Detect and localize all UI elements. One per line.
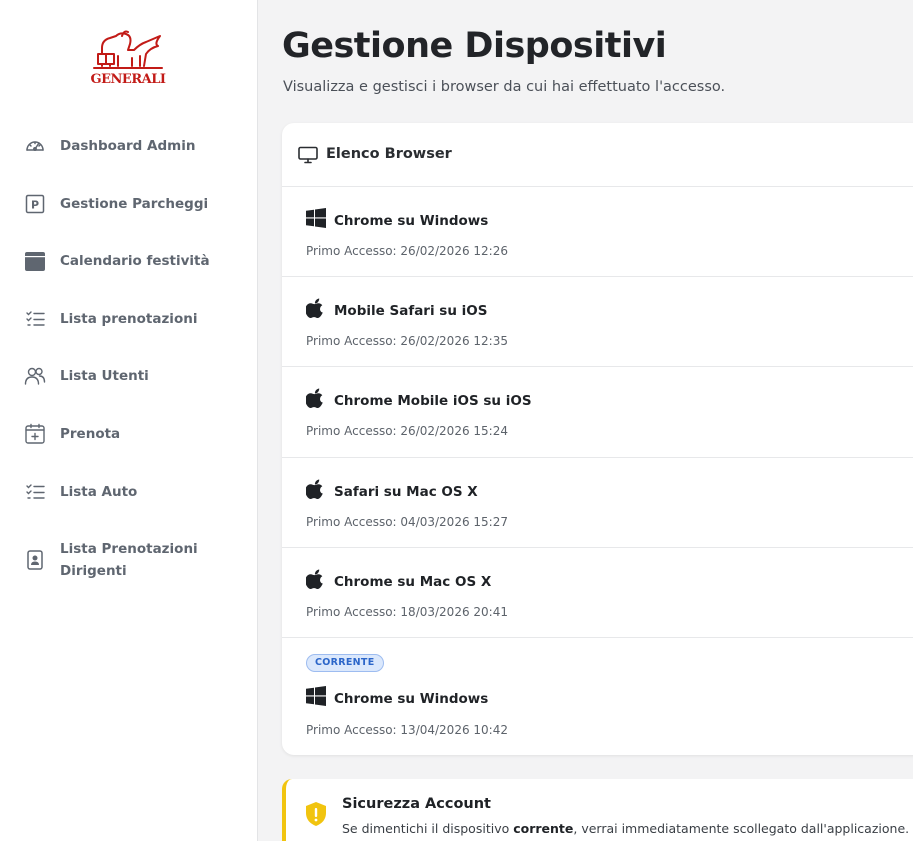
sidebar-item-label-line2: Dirigenti xyxy=(60,563,127,579)
sidebar-item-label: Prenota xyxy=(60,426,121,442)
alert-text-after: , verrai immediatamente scollegato dall'… xyxy=(573,821,913,836)
alert-text-before: Se dimentichi il dispositivo xyxy=(342,821,514,836)
alert-title: Sicurezza Account xyxy=(342,796,491,812)
sidebar-item-lista-utenti[interactable]: Lista Utenti xyxy=(0,365,257,387)
device-row[interactable]: Safari su Mac OS X Primo Accesso: 04/03/… xyxy=(282,458,913,548)
device-name: Chrome su Mac OS X xyxy=(334,574,492,590)
apple-icon xyxy=(305,298,326,318)
logo-text: GENERALI xyxy=(90,72,166,87)
apple-icon xyxy=(305,479,326,499)
alert-text-bold: corrente xyxy=(513,821,574,836)
sidebar-item-label: Lista prenotazioni xyxy=(60,311,198,327)
sidebar-item-label: Dashboard Admin xyxy=(60,138,196,154)
device-name: Chrome su Windows xyxy=(334,691,489,707)
device-first-access: Primo Accesso: 04/03/2026 15:27 xyxy=(306,515,508,529)
device-first-access: Primo Accesso: 26/02/2026 15:24 xyxy=(306,424,508,438)
alert-text: Se dimentichi il dispositivo corrente, v… xyxy=(342,821,913,836)
sidebar-item-prenota[interactable]: Prenota xyxy=(0,423,257,445)
device-row[interactable]: Chrome su Windows Primo Accesso: 26/02/2… xyxy=(282,187,913,277)
calendar-plus-icon xyxy=(24,423,46,445)
checklist-icon xyxy=(24,481,46,503)
device-row[interactable]: Mobile Safari su iOS Primo Accesso: 26/0… xyxy=(282,277,913,367)
device-row[interactable]: Chrome Mobile iOS su iOS Primo Accesso: … xyxy=(282,367,913,458)
sidebar-item-label: Lista Auto xyxy=(60,484,138,500)
sidebar-item-lista-auto[interactable]: Lista Auto xyxy=(0,481,257,503)
browser-list-card: Elenco Browser Chrome su Windows Primo A… xyxy=(282,123,913,755)
apple-icon xyxy=(305,388,326,408)
device-name: Chrome Mobile iOS su iOS xyxy=(334,393,532,409)
security-alert: Sicurezza Account Se dimentichi il dispo… xyxy=(282,779,913,841)
card-title: Elenco Browser xyxy=(326,146,452,162)
page-title: Gestione Dispositivi xyxy=(282,26,667,66)
calendar-icon xyxy=(24,250,46,272)
sidebar-item-label: Gestione Parcheggi xyxy=(60,196,209,212)
parking-icon: P xyxy=(24,193,46,215)
lion-icon xyxy=(93,30,163,69)
users-icon xyxy=(24,365,46,387)
sidebar-item-label: Calendario festività xyxy=(60,253,210,269)
monitor-icon xyxy=(298,146,318,164)
shield-warning-icon xyxy=(304,801,328,827)
checklist-icon xyxy=(24,308,46,330)
sidebar-item-calendario-festivita[interactable]: Calendario festività xyxy=(0,250,257,272)
sidebar-item-lista-prenotazioni-dirigenti[interactable]: Lista Prenotazioni Dirigenti xyxy=(0,538,257,582)
device-first-access: Primo Accesso: 18/03/2026 20:41 xyxy=(306,605,508,619)
windows-icon xyxy=(306,686,326,706)
device-first-access: Primo Accesso: 26/02/2026 12:26 xyxy=(306,244,508,258)
device-row[interactable]: Chrome su Mac OS X Primo Accesso: 18/03/… xyxy=(282,548,913,638)
gauge-icon xyxy=(24,135,46,157)
apple-icon xyxy=(305,569,326,589)
svg-text:P: P xyxy=(31,199,39,212)
sidebar-item-gestione-parcheggi[interactable]: P Gestione Parcheggi xyxy=(0,193,257,215)
page-subtitle: Visualizza e gestisci i browser da cui h… xyxy=(283,79,726,95)
id-badge-icon xyxy=(24,549,46,571)
device-first-access: Primo Accesso: 13/04/2026 10:42 xyxy=(306,723,508,737)
card-header: Elenco Browser xyxy=(282,123,913,187)
device-name: Safari su Mac OS X xyxy=(334,484,478,500)
sidebar-item-label: Lista Utenti xyxy=(60,368,149,384)
sidebar: GENERALI Dashboard Admin P Gestione Parc… xyxy=(0,0,258,841)
sidebar-item-label-line1: Lista Prenotazioni xyxy=(60,541,198,557)
device-first-access: Primo Accesso: 26/02/2026 12:35 xyxy=(306,334,508,348)
device-name: Chrome su Windows xyxy=(334,213,489,229)
current-badge: CORRENTE xyxy=(306,654,384,672)
device-row-current[interactable]: CORRENTE Chrome su Windows Primo Accesso… xyxy=(282,638,913,755)
generali-logo[interactable]: GENERALI xyxy=(88,26,168,90)
sidebar-item-lista-prenotazioni[interactable]: Lista prenotazioni xyxy=(0,308,257,330)
windows-icon xyxy=(306,208,326,228)
device-name: Mobile Safari su iOS xyxy=(334,303,488,319)
sidebar-item-dashboard-admin[interactable]: Dashboard Admin xyxy=(0,135,257,157)
